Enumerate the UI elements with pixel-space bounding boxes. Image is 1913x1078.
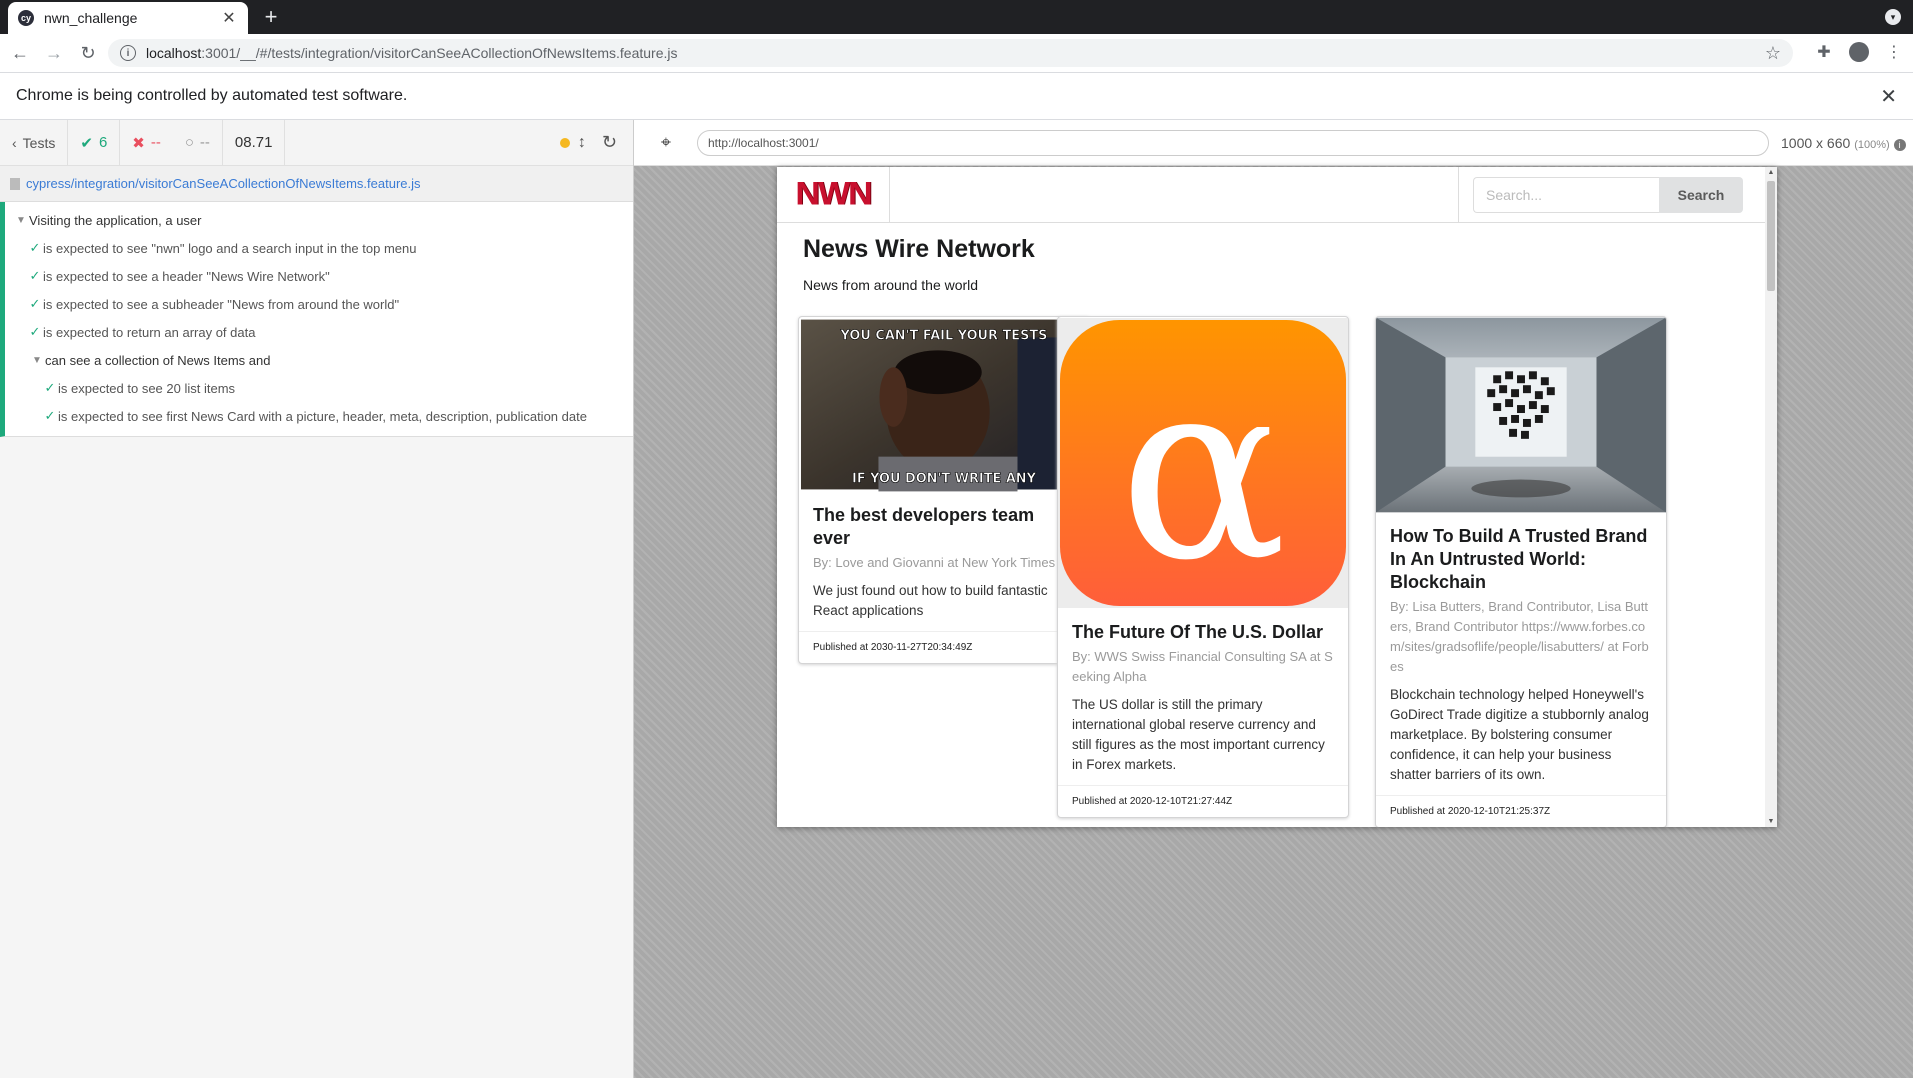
extensions-icon[interactable]: ✚: [1813, 41, 1835, 63]
card-content: The Future Of The U.S. Dollar By: WWS Sw…: [1058, 609, 1348, 785]
aut-url-bar: http://localhost:3001/: [697, 129, 1769, 156]
search-button[interactable]: Search: [1659, 177, 1743, 213]
top-menu: NWN Search... Search: [777, 167, 1777, 223]
bookmark-star-icon[interactable]: ☆: [1765, 43, 1781, 64]
tests-back-button[interactable]: ‹ Tests: [0, 119, 69, 166]
new-tab-button[interactable]: +: [258, 4, 284, 30]
search-input[interactable]: Search...: [1473, 177, 1659, 213]
caret-down-icon: ▼: [32, 354, 42, 366]
logo-text: NWN: [795, 175, 872, 213]
tab-title: nwn_challenge: [44, 10, 138, 26]
meme-top-text: YOU CAN'T FAIL YOUR TESTS: [840, 328, 1048, 343]
check-icon: ✔: [80, 134, 93, 152]
scroll-up-arrow-icon[interactable]: ▲: [1767, 169, 1775, 176]
site-info-icon[interactable]: i: [120, 45, 136, 61]
pending-count: ○ --: [173, 119, 223, 166]
card-header[interactable]: How To Build A Trusted Brand In An Untru…: [1390, 525, 1652, 594]
automation-infobar: Chrome is being controlled by automated …: [0, 72, 1913, 120]
card-description: The US dollar is still the primary inter…: [1072, 697, 1325, 772]
card-header[interactable]: The Future Of The U.S. Dollar: [1072, 621, 1334, 644]
address-url: localhost:3001/__/#/tests/integration/vi…: [146, 45, 678, 61]
selector-playground-icon[interactable]: ⌖: [651, 128, 681, 158]
test-row[interactable]: ✓ is expected to return an array of data: [5, 318, 633, 346]
app-under-test: NWN Search... Search News Wire Network N…: [777, 167, 1777, 827]
test-row[interactable]: ✓ is expected to see "nwn" logo and a sea…: [5, 234, 633, 262]
browser-menu-icon[interactable]: ⋮: [1883, 41, 1905, 63]
reload-button[interactable]: ↻: [74, 39, 102, 67]
nested-suite-row[interactable]: ▼ can see a collection of News Items and: [5, 346, 633, 374]
cypress-reporter: ‹ Tests ✔ 6 ✖ -- ○ -- 08.71 ↕ ↻ cypress/inte…: [0, 119, 634, 1078]
x-icon: ✖: [132, 134, 145, 152]
file-icon: [10, 177, 20, 190]
test-row[interactable]: ✓ is expected to see a header "News Wire …: [5, 262, 633, 290]
viewport-size: 1000 x 660 (100%) i: [1781, 135, 1906, 151]
alpha-glyph: α: [1119, 326, 1287, 609]
circle-icon: ○: [184, 134, 194, 151]
running-status-dot: [559, 137, 570, 148]
card-header[interactable]: The best developers team ever: [813, 504, 1075, 550]
alpha-logo-image: α: [1058, 318, 1348, 609]
autoscroll-icon[interactable]: ↕: [578, 134, 586, 152]
test-row[interactable]: ✓ is expected to see a subheader "News fr…: [5, 290, 633, 318]
card-publication-date: Published at 2020-12-10T21:25:37Z: [1376, 795, 1666, 827]
card-description: Blockchain technology helped Honeywell's…: [1390, 687, 1649, 782]
card-publication-date: Published at 2030-11-27T20:34:49Z: [799, 631, 1089, 663]
close-tab-icon[interactable]: ✕: [220, 8, 238, 28]
check-icon: ✓: [29, 268, 41, 283]
address-bar[interactable]: i localhost:3001/__/#/tests/integration/…: [108, 39, 1793, 67]
cypress-favicon-icon: cy: [18, 10, 34, 26]
check-icon: ✓: [44, 380, 56, 395]
card-meta: By: WWS Swiss Financial Consulting SA at…: [1072, 649, 1333, 684]
infobar-message: Chrome is being controlled by automated …: [16, 87, 408, 104]
browser-tabstrip: cy nwn_challenge ✕ + ▾: [0, 0, 1913, 34]
blockchain-image: [1376, 317, 1666, 513]
test-row[interactable]: ✓ is expected to see first News Card with…: [5, 402, 633, 430]
scrollbar-thumb[interactable]: [1767, 181, 1775, 291]
aut-header: ⌖ http://localhost:3001/ 1000 x 660 (100…: [634, 120, 1913, 166]
check-icon: ✓: [29, 240, 41, 255]
check-icon: ✓: [29, 296, 41, 311]
card-meta: By: Love and Giovanni at New York Times: [813, 555, 1056, 570]
page-title: News Wire Network: [803, 235, 1035, 263]
spec-file-path[interactable]: cypress/integration/visitorCanSeeACollec…: [0, 166, 633, 202]
rerun-tests-icon[interactable]: ↻: [586, 132, 633, 153]
passed-count: ✔ 6: [68, 119, 121, 166]
tab-search-icon[interactable]: ▾: [1885, 9, 1901, 25]
duration: 08.71: [223, 119, 286, 166]
info-icon[interactable]: i: [1893, 138, 1906, 151]
caret-down-icon: ▼: [16, 214, 26, 226]
scroll-down-arrow-icon[interactable]: ▼: [1767, 818, 1775, 825]
card-meta: By: Lisa Butters, Brand Contributor, Lis…: [1390, 599, 1649, 674]
news-card[interactable]: α The Future Of The U.S. Dollar By: WWS …: [1057, 316, 1349, 818]
reporter-header: ‹ Tests ✔ 6 ✖ -- ○ -- 08.71 ↕ ↻: [0, 119, 633, 166]
search-menu-item: Search... Search: [1458, 167, 1777, 223]
card-description: We just found out how to build fantastic…: [813, 583, 1048, 618]
scrollbar[interactable]: ▲ ▼: [1765, 167, 1777, 827]
browser-toolbar: ← → ↻ i localhost:3001/__/#/tests/integr…: [0, 34, 1913, 72]
news-card[interactable]: How To Build A Trusted Brand In An Untru…: [1375, 316, 1667, 827]
meme-image: YOU CAN'T FAIL YOUR TESTS IF YOU DON'T W…: [800, 319, 1088, 492]
card-content: The best developers team ever By: Love a…: [799, 492, 1089, 631]
check-icon: ✓: [29, 324, 41, 339]
page-subtitle: News from around the world: [803, 277, 979, 293]
profile-avatar[interactable]: [1849, 42, 1869, 62]
meme-bottom-text: IF YOU DON'T WRITE ANY: [852, 471, 1037, 486]
browser-tab[interactable]: cy nwn_challenge ✕: [8, 2, 248, 34]
failed-count: ✖ --: [132, 134, 161, 152]
test-row[interactable]: ✓ is expected to see 20 list items: [5, 374, 633, 402]
back-button[interactable]: ←: [6, 39, 34, 67]
check-icon: ✓: [44, 408, 56, 423]
card-content: How To Build A Trusted Brand In An Untru…: [1376, 513, 1666, 795]
app-body: News Wire Network News from around the w…: [777, 223, 1777, 307]
runnables-list: ▼ Visiting the application, a user ✓ is ex…: [0, 202, 633, 437]
chevron-left-icon: ‹: [12, 134, 17, 151]
forward-button[interactable]: →: [40, 39, 68, 67]
close-infobar-icon[interactable]: ✕: [1880, 84, 1897, 109]
card-publication-date: Published at 2020-12-10T21:27:44Z: [1058, 785, 1348, 817]
nwn-logo[interactable]: NWN: [777, 167, 890, 223]
news-card[interactable]: YOU CAN'T FAIL YOUR TESTS IF YOU DON'T W…: [798, 316, 1090, 664]
suite-row[interactable]: ▼ Visiting the application, a user: [5, 206, 633, 234]
